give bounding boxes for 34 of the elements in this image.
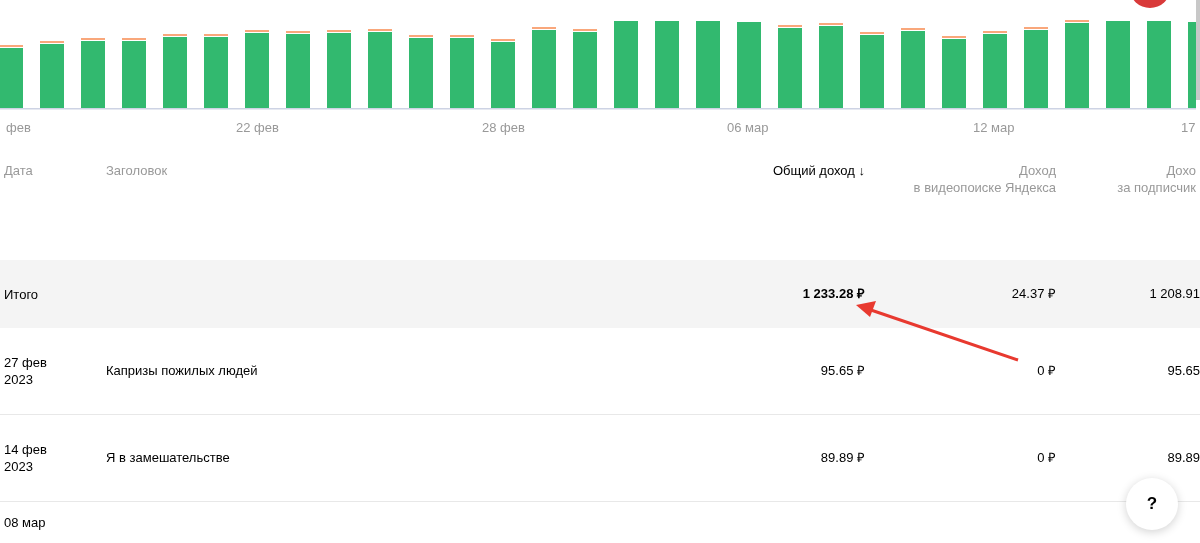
title-cell-text: Капризы пожилых людей: [106, 362, 259, 381]
date-cell-text: 27 фев 2023: [3, 354, 48, 388]
value-cell-text: 1 233.28 ₽: [801, 285, 866, 304]
axis-label: фев: [6, 119, 31, 137]
column-header[interactable]: Дохо за подписчик: [1117, 162, 1200, 260]
column-header[interactable]: Заголовок: [106, 162, 172, 260]
axis-label: 28 фев: [482, 119, 525, 137]
value-cell-text: 24.37 ₽: [1010, 285, 1057, 304]
column-header[interactable]: Общий доход ↓: [772, 162, 869, 260]
help-button[interactable]: ?: [1126, 478, 1178, 530]
title-cell-text: Я в замешательстве: [106, 449, 231, 468]
bar: [122, 38, 146, 108]
axis-label: 22 фев: [236, 119, 279, 137]
bar: [942, 36, 966, 108]
date-cell-text: 08 мар: [3, 514, 47, 531]
value-cell-text: 89.89: [1166, 449, 1200, 468]
bar: [491, 39, 515, 108]
axis-label: 06 мар: [727, 119, 769, 137]
column-header[interactable]: Доход в видеопоиске Яндекса: [913, 162, 1060, 260]
value-cell-text: 89.89 ₽: [819, 449, 866, 468]
bar: [40, 41, 64, 108]
axis-label: 17: [1181, 119, 1196, 137]
scrollbar[interactable]: [1196, 0, 1200, 100]
bar: [0, 45, 23, 108]
bar: [81, 38, 105, 108]
value-cell-text: 0 ₽: [1036, 362, 1057, 381]
value-cell-text: 0 ₽: [1036, 449, 1057, 468]
column-header[interactable]: Дата: [0, 162, 37, 260]
axis-label: 12 мар: [973, 119, 1015, 137]
value-cell-text: 95.65 ₽: [819, 362, 866, 381]
value-cell-text: 1 208.91: [1148, 285, 1200, 304]
value-cell-text: 95.65: [1166, 362, 1200, 381]
date-cell-text: 14 фев 2023: [3, 441, 48, 475]
date-cell-text: Итого: [3, 285, 40, 303]
